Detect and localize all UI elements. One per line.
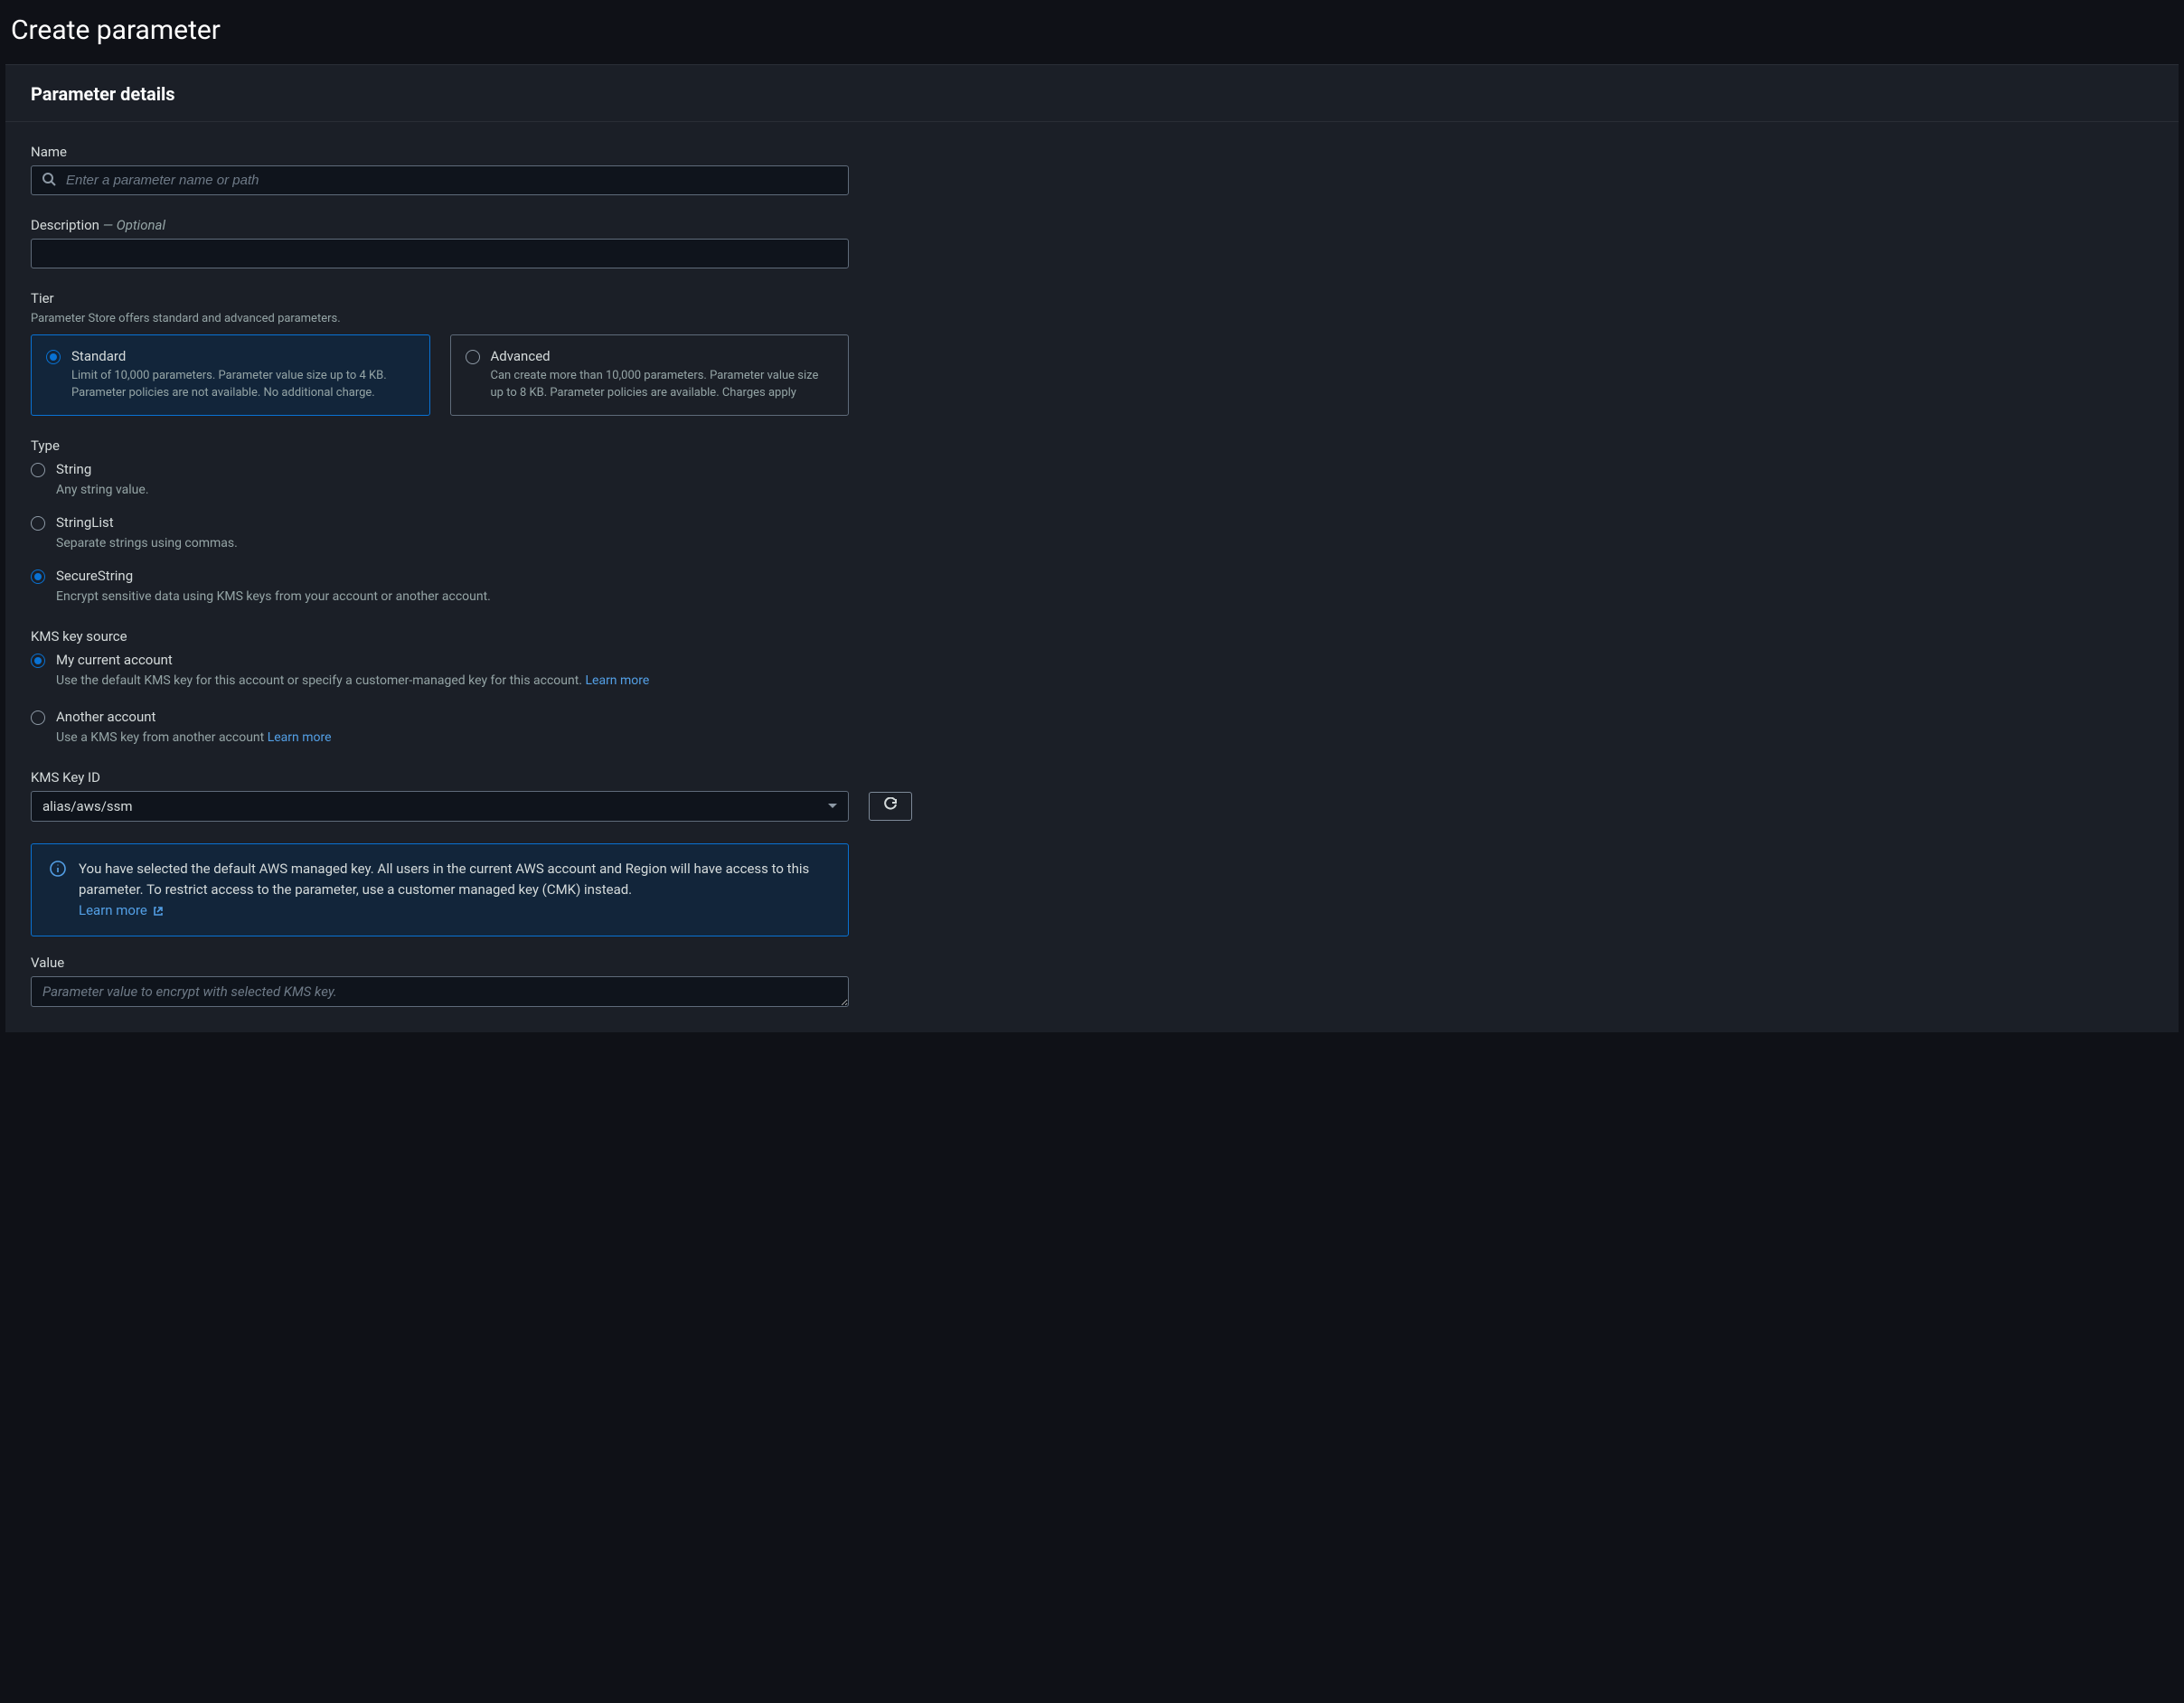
tier-advanced-title: Advanced bbox=[491, 348, 834, 364]
kms-current-title: My current account bbox=[56, 652, 649, 668]
type-stringlist-radio bbox=[31, 516, 45, 531]
value-label: Value bbox=[31, 955, 1047, 971]
type-securestring-desc: Encrypt sensitive data using KMS keys fr… bbox=[56, 588, 491, 607]
kms-source-group: KMS key source My current account Use th… bbox=[31, 628, 1047, 748]
kms-current-desc: Use the default KMS key for this account… bbox=[56, 673, 585, 688]
panel-title: Parameter details bbox=[31, 83, 2153, 105]
tier-standard-desc: Limit of 10,000 parameters. Parameter va… bbox=[71, 368, 415, 402]
tier-advanced-card[interactable]: Advanced Can create more than 10,000 par… bbox=[450, 334, 850, 416]
panel-body: Name Description — Optional bbox=[5, 122, 1072, 1032]
info-text: You have selected the default AWS manage… bbox=[79, 861, 809, 898]
kms-source-radio-list: My current account Use the default KMS k… bbox=[31, 652, 849, 748]
kms-current-account-item[interactable]: My current account Use the default KMS k… bbox=[31, 652, 849, 691]
tier-help: Parameter Store offers standard and adva… bbox=[31, 312, 1047, 325]
kms-another-title: Another account bbox=[56, 709, 332, 725]
kms-current-body: My current account Use the default KMS k… bbox=[56, 652, 649, 691]
info-learn-more[interactable]: Learn more bbox=[79, 902, 164, 918]
tier-group: Tier Parameter Store offers standard and… bbox=[31, 290, 1047, 416]
type-string-item[interactable]: String Any string value. bbox=[31, 461, 849, 500]
type-securestring-body: SecureString Encrypt sensitive data usin… bbox=[56, 568, 491, 607]
name-input-wrap bbox=[31, 165, 849, 195]
type-group: Type String Any string value. StringList… bbox=[31, 438, 1047, 607]
tier-row: Standard Limit of 10,000 parameters. Par… bbox=[31, 334, 849, 416]
kms-another-body: Another account Use a KMS key from anoth… bbox=[56, 709, 332, 748]
kms-key-id-select-wrap: alias/aws/ssm bbox=[31, 791, 849, 822]
kms-key-id-select[interactable]: alias/aws/ssm bbox=[31, 791, 849, 822]
kms-another-learn-more[interactable]: Learn more bbox=[268, 730, 332, 745]
refresh-icon bbox=[883, 797, 898, 814]
description-label-text: Description bbox=[31, 217, 99, 233]
tier-standard-radio bbox=[46, 350, 61, 364]
type-securestring-radio bbox=[31, 569, 45, 584]
kms-source-label: KMS key source bbox=[31, 628, 1047, 645]
info-learn-more-text: Learn more bbox=[79, 902, 147, 918]
type-string-body: String Any string value. bbox=[56, 461, 149, 500]
description-input-wrap bbox=[31, 239, 849, 268]
value-input[interactable] bbox=[31, 976, 849, 1007]
name-group: Name bbox=[31, 144, 1047, 195]
name-input[interactable] bbox=[31, 165, 849, 195]
tier-advanced-radio bbox=[466, 350, 480, 364]
page-header: Create parameter bbox=[0, 0, 2184, 64]
panel-header: Parameter details bbox=[5, 65, 2179, 122]
type-string-desc: Any string value. bbox=[56, 481, 149, 500]
kms-another-radio bbox=[31, 710, 45, 725]
value-input-wrap bbox=[31, 976, 849, 1011]
tier-standard-title: Standard bbox=[71, 348, 415, 364]
info-text-wrap: You have selected the default AWS manage… bbox=[79, 859, 830, 922]
type-stringlist-item[interactable]: StringList Separate strings using commas… bbox=[31, 514, 849, 553]
kms-another-desc: Use a KMS key from another account bbox=[56, 730, 268, 745]
value-group: Value bbox=[31, 955, 1047, 1011]
description-label: Description — Optional bbox=[31, 217, 1047, 233]
kms-info-box: You have selected the default AWS manage… bbox=[31, 843, 849, 937]
parameter-details-panel: Parameter details Name Description — Opt… bbox=[5, 64, 2179, 1032]
tier-standard-body: Standard Limit of 10,000 parameters. Par… bbox=[71, 348, 415, 402]
info-icon bbox=[50, 861, 66, 880]
type-securestring-title: SecureString bbox=[56, 568, 491, 584]
tier-standard-card[interactable]: Standard Limit of 10,000 parameters. Par… bbox=[31, 334, 430, 416]
kms-current-desc-wrap: Use the default KMS key for this account… bbox=[56, 672, 649, 691]
kms-current-learn-more[interactable]: Learn more bbox=[585, 673, 649, 688]
name-label: Name bbox=[31, 144, 1047, 160]
tier-label: Tier bbox=[31, 290, 1047, 306]
kms-another-account-item[interactable]: Another account Use a KMS key from anoth… bbox=[31, 709, 849, 748]
page-title: Create parameter bbox=[11, 14, 2173, 46]
refresh-button[interactable] bbox=[869, 792, 912, 821]
type-string-title: String bbox=[56, 461, 149, 477]
kms-key-id-group: KMS Key ID alias/aws/ssm bbox=[31, 769, 1047, 822]
kms-another-desc-wrap: Use a KMS key from another account Learn… bbox=[56, 729, 332, 748]
type-string-radio bbox=[31, 463, 45, 477]
type-stringlist-desc: Separate strings using commas. bbox=[56, 534, 238, 553]
kms-current-radio bbox=[31, 654, 45, 668]
type-stringlist-title: StringList bbox=[56, 514, 238, 531]
kms-key-id-label: KMS Key ID bbox=[31, 769, 1047, 786]
kms-key-id-row: alias/aws/ssm bbox=[31, 791, 912, 822]
type-radio-list: String Any string value. StringList Sepa… bbox=[31, 461, 849, 607]
type-stringlist-body: StringList Separate strings using commas… bbox=[56, 514, 238, 553]
description-optional: — Optional bbox=[99, 217, 165, 233]
description-input[interactable] bbox=[31, 239, 849, 268]
external-link-icon bbox=[151, 902, 164, 918]
tier-advanced-desc: Can create more than 10,000 parameters. … bbox=[491, 368, 834, 402]
type-label: Type bbox=[31, 438, 1047, 454]
type-securestring-item[interactable]: SecureString Encrypt sensitive data usin… bbox=[31, 568, 849, 607]
tier-advanced-body: Advanced Can create more than 10,000 par… bbox=[491, 348, 834, 402]
description-group: Description — Optional bbox=[31, 217, 1047, 268]
